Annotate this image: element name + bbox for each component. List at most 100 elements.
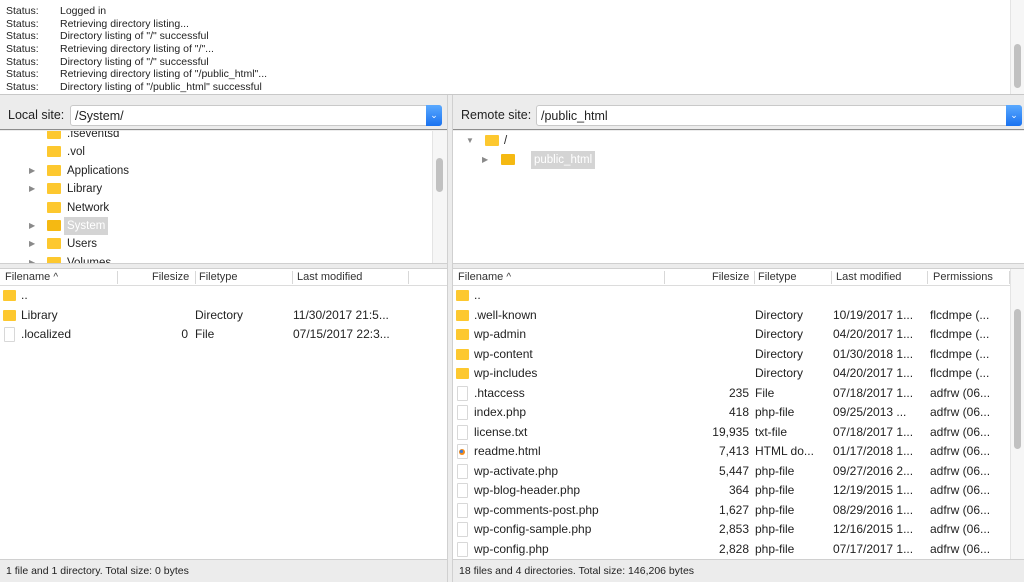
file-row[interactable]: Library Directory 11/30/2017 21:5... bbox=[0, 306, 447, 326]
tree-item-label[interactable]: Library bbox=[67, 180, 102, 198]
column-separator[interactable] bbox=[831, 271, 832, 284]
local-tree-item[interactable]: Network bbox=[0, 199, 430, 217]
local-site-path-combo[interactable]: /System/ ⌄ bbox=[70, 105, 442, 126]
file-row[interactable]: wp-blog-header.php 364 php-file 12/19/2015 … bbox=[453, 481, 1010, 501]
remote-col-last-modified[interactable]: Last modified bbox=[836, 271, 901, 283]
collapse-arrow-icon[interactable]: ▼ bbox=[466, 132, 476, 150]
column-separator[interactable] bbox=[754, 271, 755, 284]
file-row[interactable]: .. bbox=[453, 286, 1010, 306]
file-row[interactable]: wp-content Directory 01/30/2018 1... flcdmp… bbox=[453, 345, 1010, 365]
file-row[interactable]: wp-admin Directory 04/20/2017 1... flcdmpe … bbox=[453, 325, 1010, 345]
message-log-scrollbar[interactable] bbox=[1010, 0, 1024, 94]
remote-tree-item[interactable]: ▼ / bbox=[453, 132, 1013, 150]
column-separator[interactable] bbox=[292, 271, 293, 284]
local-tree-item[interactable]: ▶ Applications bbox=[0, 162, 430, 180]
file-permissions: adfrw (06... bbox=[930, 463, 991, 478]
log-line: Status: Directory listing of "/" successf… bbox=[6, 30, 267, 43]
local-tree-item[interactable]: ▶ Users bbox=[0, 235, 430, 253]
local-col-filetype[interactable]: Filetype bbox=[199, 271, 238, 283]
message-log-scroll-thumb[interactable] bbox=[1014, 44, 1021, 88]
file-row[interactable]: wp-comments-post.php 1,627 php-file 08/29/2… bbox=[453, 501, 1010, 521]
file-row[interactable]: .htaccess 235 File 07/18/2017 1... adfrw (06… bbox=[453, 384, 1010, 404]
file-row[interactable]: .localized 0 File 07/15/2017 22:3... bbox=[0, 325, 447, 345]
sort-ascending-icon: ^ bbox=[506, 272, 512, 283]
tree-item-label[interactable]: public_html bbox=[531, 151, 596, 169]
tree-item-label[interactable]: .fseventsd bbox=[67, 131, 119, 143]
expand-arrow-icon[interactable]: ▶ bbox=[29, 180, 39, 198]
file-row[interactable]: readme.html 7,413 HTML do... 01/17/2018 1..… bbox=[453, 442, 1010, 462]
tree-item-label[interactable]: Applications bbox=[67, 162, 129, 180]
file-row[interactable]: index.php 418 php-file 09/25/2013 ... adfrw … bbox=[453, 403, 1010, 423]
file-row[interactable]: wp-includes Directory 04/20/2017 1... flcdm… bbox=[453, 364, 1010, 384]
file-row[interactable]: .. bbox=[0, 286, 447, 306]
expand-arrow-icon[interactable]: ▶ bbox=[482, 151, 492, 169]
local-site-label: Local site: bbox=[8, 108, 65, 122]
file-row[interactable]: wp-config.php 2,828 php-file 07/17/2017 1..… bbox=[453, 540, 1010, 560]
local-col-filesize[interactable]: Filesize bbox=[152, 271, 189, 283]
file-name: .well-known bbox=[474, 307, 537, 322]
remote-directory-tree[interactable]: ▼ / ▶ public_html bbox=[453, 131, 1024, 264]
column-separator[interactable] bbox=[195, 271, 196, 284]
log-text: Logged in bbox=[60, 5, 107, 17]
remote-col-filetype[interactable]: Filetype bbox=[758, 271, 797, 283]
folder-icon bbox=[47, 220, 61, 231]
column-separator[interactable] bbox=[117, 271, 118, 284]
file-type: php-file bbox=[755, 483, 795, 497]
file-name: index.php bbox=[474, 405, 527, 419]
file-modified: 08/29/2016 1... bbox=[833, 502, 914, 517]
local-site-path[interactable]: /System/ bbox=[75, 109, 124, 123]
remote-col-permissions[interactable]: Permissions bbox=[933, 271, 993, 283]
remote-list-scrollbar[interactable] bbox=[1010, 269, 1024, 559]
local-list-header: Filename ^ Filesize Filetype Last modifi… bbox=[0, 269, 447, 286]
log-text: Directory listing of "/public_html" succ… bbox=[60, 81, 262, 94]
file-permissions: adfrw (06... bbox=[930, 502, 991, 517]
file-type: php-file bbox=[755, 463, 795, 478]
tree-item-label[interactable]: / bbox=[504, 132, 507, 150]
chevron-down-icon[interactable]: ⌄ bbox=[426, 105, 442, 126]
tree-item-label[interactable]: System bbox=[64, 217, 109, 235]
folder-icon bbox=[47, 183, 61, 195]
tree-item-label[interactable]: .vol bbox=[67, 143, 85, 161]
expand-arrow-icon[interactable]: ▶ bbox=[29, 235, 39, 253]
column-separator[interactable] bbox=[664, 271, 665, 284]
remote-col-filesize[interactable]: Filesize bbox=[712, 271, 749, 283]
file-type: File bbox=[195, 327, 215, 342]
local-site-bar: Local site: /System/ ⌄ bbox=[0, 100, 447, 130]
tree-item-label[interactable]: Users bbox=[67, 235, 97, 253]
file-type: php-file bbox=[755, 502, 795, 517]
local-tree-scroll-thumb[interactable] bbox=[436, 158, 443, 192]
file-icon bbox=[457, 483, 468, 498]
remote-site-bar: Remote site: /public_html ⌄ bbox=[453, 100, 1024, 130]
log-line: Status: Logged in bbox=[6, 5, 267, 18]
remote-site-path-combo[interactable]: /public_html ⌄ bbox=[536, 105, 1022, 126]
chevron-down-icon[interactable]: ⌄ bbox=[1006, 105, 1022, 126]
remote-col-filename[interactable]: Filename ^ bbox=[458, 271, 511, 283]
remote-list-scroll-thumb[interactable] bbox=[1014, 309, 1021, 449]
remote-tree-item[interactable]: ▶ public_html bbox=[453, 151, 1013, 169]
column-separator[interactable] bbox=[408, 271, 409, 284]
local-tree-item[interactable]: ▶ Library bbox=[0, 180, 430, 198]
expand-arrow-icon[interactable]: ▶ bbox=[29, 217, 39, 235]
file-row[interactable]: wp-config-sample.php 2,853 php-file 12/16/2… bbox=[453, 520, 1010, 540]
local-file-list[interactable]: Filename ^ Filesize Filetype Last modifi… bbox=[0, 269, 447, 559]
local-tree-scrollbar[interactable] bbox=[432, 131, 447, 264]
local-col-last-modified[interactable]: Last modified bbox=[297, 271, 362, 283]
file-icon bbox=[457, 463, 468, 479]
column-separator[interactable] bbox=[927, 271, 928, 284]
file-row[interactable]: .well-known Directory 10/19/2017 1... flcdm… bbox=[453, 306, 1010, 326]
expand-arrow-icon[interactable]: ▶ bbox=[29, 162, 39, 180]
local-directory-tree[interactable]: .fseventsd .vol ▶ Applications ▶ Library Netwo… bbox=[0, 131, 447, 264]
remote-file-list[interactable]: Filename ^ Filesize Filetype Last modifi… bbox=[453, 269, 1024, 559]
file-permissions: flcdmpe (... bbox=[930, 366, 990, 380]
local-tree-item[interactable]: ▶ System bbox=[0, 217, 430, 235]
file-type: File bbox=[755, 385, 775, 400]
sort-ascending-icon: ^ bbox=[53, 272, 59, 283]
local-tree-item[interactable]: .fseventsd bbox=[0, 131, 430, 143]
local-col-filename[interactable]: Filename ^ bbox=[5, 271, 58, 283]
file-row[interactable]: wp-activate.php 5,447 php-file 09/27/2016 2… bbox=[453, 462, 1010, 482]
file-row[interactable]: license.txt 19,935 txt-file 07/18/2017 1...… bbox=[453, 423, 1010, 443]
tree-item-label[interactable]: Network bbox=[67, 199, 109, 217]
local-tree-item[interactable]: .vol bbox=[0, 143, 430, 161]
remote-site-path[interactable]: /public_html bbox=[541, 109, 608, 123]
file-modified: 07/15/2017 22:3... bbox=[293, 327, 390, 342]
